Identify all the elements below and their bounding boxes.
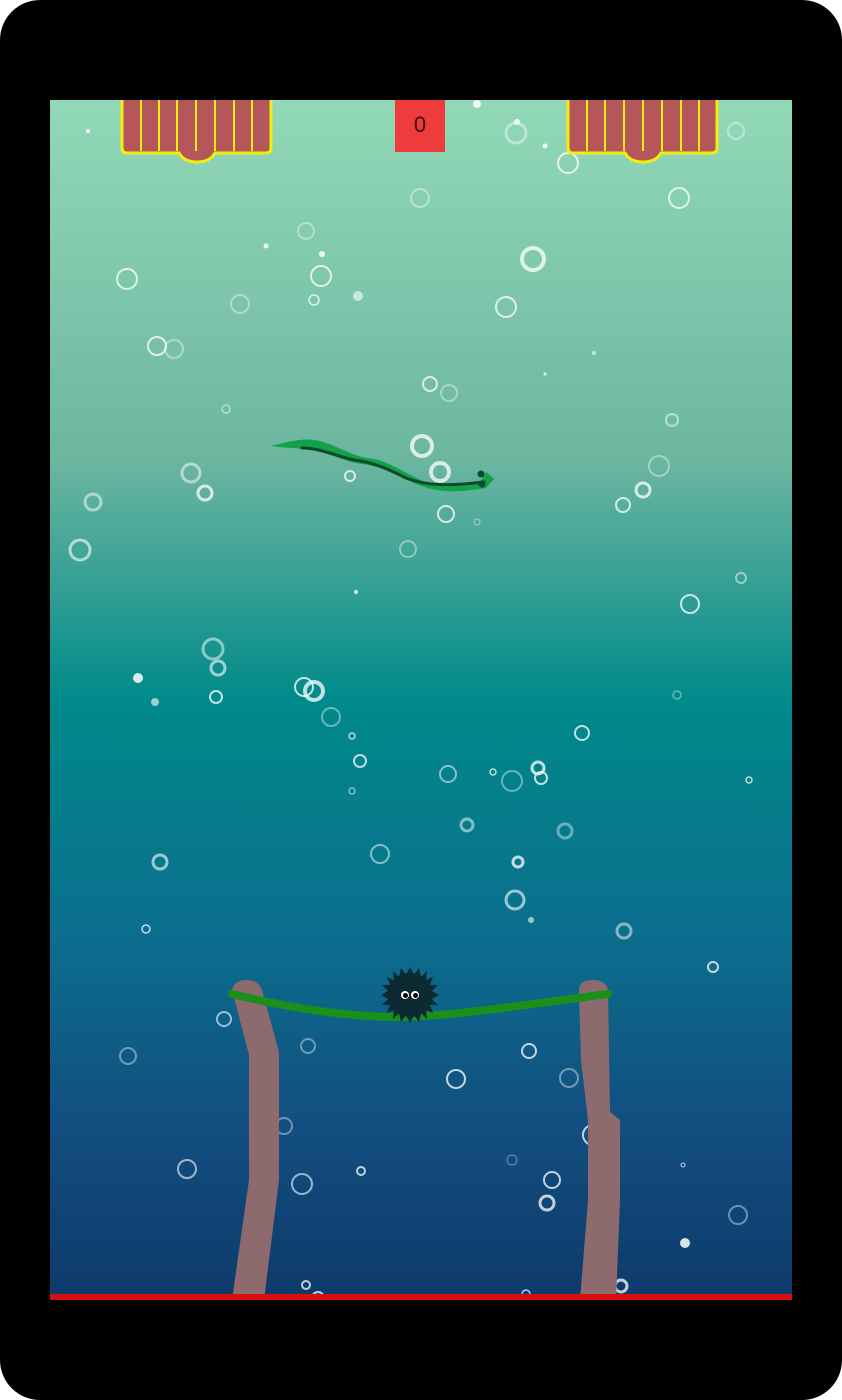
eel-enemy[interactable]: [270, 439, 494, 492]
left-post: [232, 980, 279, 1300]
score-display: 0: [395, 100, 445, 152]
game-canvas: [68, 100, 753, 1300]
eel-eye-icon: [477, 470, 485, 478]
floor-line: [50, 1294, 792, 1300]
bubbles-layer: [68, 121, 753, 1300]
device-frame: 0: [0, 0, 842, 1400]
game-screen[interactable]: 0: [50, 100, 792, 1300]
right-crate[interactable]: [566, 100, 719, 164]
eel-eye-icon: [478, 480, 486, 488]
left-crate[interactable]: [120, 100, 273, 164]
